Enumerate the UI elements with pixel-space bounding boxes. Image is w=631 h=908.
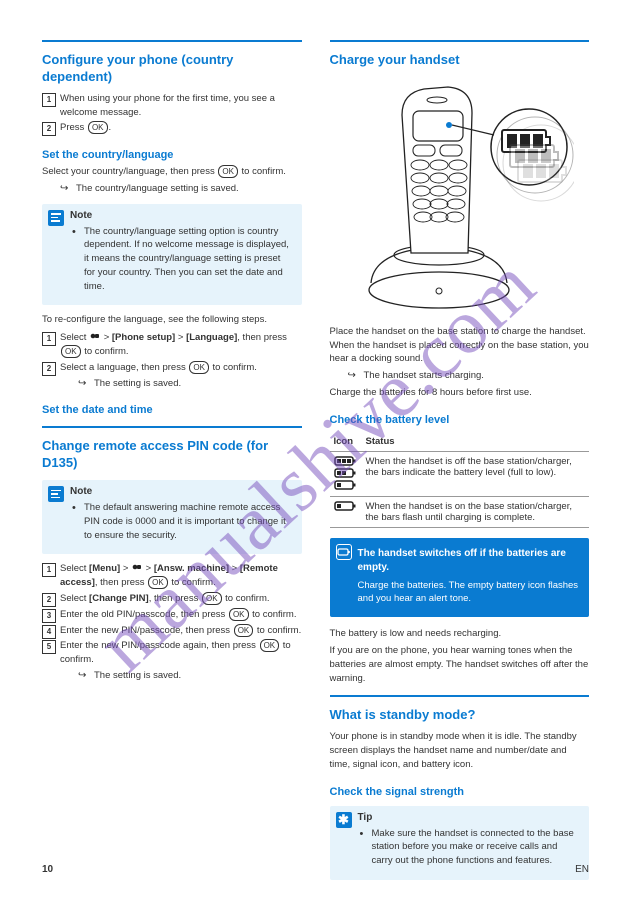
subsection-heading: Set the country/language bbox=[42, 149, 302, 161]
menu-icon bbox=[132, 564, 142, 574]
note-title: Note bbox=[70, 486, 294, 497]
note-item: The default answering machine remote acc… bbox=[70, 501, 294, 542]
step-item: Select [Menu] > > [Answ. machine] > [Rem… bbox=[42, 562, 302, 590]
subsection-heading: Check the battery level bbox=[330, 414, 590, 426]
table-row: When the handset is off the base station… bbox=[330, 451, 590, 496]
menu-icon bbox=[90, 333, 100, 343]
table-header: Status bbox=[362, 432, 590, 452]
note-box: Note The country/language setting option… bbox=[42, 204, 302, 306]
step-item: Enter the new PIN/passcode, then press O… bbox=[42, 624, 302, 638]
right-column: Charge your handset bbox=[330, 30, 590, 888]
result-item: The country/language setting is saved. bbox=[60, 182, 302, 196]
note-list: The default answering machine remote acc… bbox=[70, 501, 294, 542]
note-icon bbox=[48, 210, 64, 226]
key-label: OK bbox=[234, 624, 254, 637]
warning-body: Charge the batteries. The empty battery … bbox=[358, 579, 582, 607]
step-text: . bbox=[109, 122, 112, 133]
menu-path: [Change PIN] bbox=[89, 593, 149, 604]
body-text: Charge the batteries for 8 hours before … bbox=[330, 386, 590, 400]
section-heading: Change remote access PIN code (for D135) bbox=[42, 438, 302, 472]
body-text: If you are on the phone, you hear warnin… bbox=[330, 644, 590, 685]
subsection-heading: Set the date and time bbox=[42, 404, 302, 416]
divider bbox=[330, 695, 590, 697]
note-title: Note bbox=[70, 210, 294, 221]
battery-level-table: Icon Status bbox=[330, 432, 590, 528]
step-text: Press bbox=[60, 122, 84, 133]
note-box: Note The default answering machine remot… bbox=[42, 480, 302, 554]
key-label: OK bbox=[260, 639, 280, 652]
result-list: The handset starts charging. bbox=[348, 369, 590, 383]
warning-box: The handset switches off if the batterie… bbox=[330, 538, 590, 618]
note-list: The country/language setting option is c… bbox=[70, 225, 294, 294]
table-header: Icon bbox=[330, 432, 362, 452]
result-item: The setting is saved. bbox=[78, 669, 302, 683]
battery-empty-icon bbox=[336, 544, 352, 560]
tip-icon: ✱ bbox=[336, 812, 352, 828]
body-text: Select your country/language, then press… bbox=[42, 165, 302, 179]
key-label: OK bbox=[189, 361, 209, 374]
menu-path: [Language] bbox=[186, 332, 237, 343]
section-heading: Configure your phone (country dependent) bbox=[42, 52, 302, 86]
note-icon bbox=[48, 486, 64, 502]
section-heading: Charge your handset bbox=[330, 52, 590, 69]
table-cell: When the handset is on the base station/… bbox=[362, 496, 590, 527]
table-cell: When the handset is off the base station… bbox=[362, 451, 590, 496]
left-column: Configure your phone (country dependent)… bbox=[42, 30, 302, 888]
step-item: Select [Change PIN], then press OK to co… bbox=[42, 592, 302, 606]
note-item: The country/language setting option is c… bbox=[70, 225, 294, 294]
divider bbox=[330, 40, 590, 42]
result-list: The setting is saved. bbox=[78, 669, 302, 683]
tip-item: Make sure the handset is connected to th… bbox=[358, 827, 582, 868]
step-item: Select > [Phone setup] > [Language], the… bbox=[42, 331, 302, 359]
footer-language: EN bbox=[575, 864, 589, 875]
page-footer: 10 EN bbox=[42, 864, 589, 875]
step-item: Enter the new PIN/passcode again, then p… bbox=[42, 639, 302, 682]
result-list: The country/language setting is saved. bbox=[60, 182, 302, 196]
tip-title: Tip bbox=[358, 812, 582, 823]
step-item: When using your phone for the first time… bbox=[42, 92, 302, 120]
warning-body: The handset switches off if the batterie… bbox=[358, 547, 582, 576]
result-item: The handset starts charging. bbox=[348, 369, 590, 383]
menu-path: [Phone setup] bbox=[112, 332, 175, 343]
body-text: Place the handset on the base station to… bbox=[330, 325, 590, 366]
body-text: Your phone is in standby mode when it is… bbox=[330, 730, 590, 771]
battery-full-icon bbox=[330, 451, 362, 496]
phone-on-charger-illustration bbox=[330, 75, 590, 313]
step-item: Select a language, then press OK to conf… bbox=[42, 361, 302, 391]
battery-charging-icon bbox=[330, 496, 362, 527]
step-item: Enter the old PIN/passcode, then press O… bbox=[42, 608, 302, 622]
reconfig-steps: Select > [Phone setup] > [Language], the… bbox=[42, 331, 302, 390]
body-text: To re-configure the language, see the fo… bbox=[42, 313, 302, 327]
pin-steps: Select [Menu] > > [Answ. machine] > [Rem… bbox=[42, 562, 302, 682]
step-item: Press OK. bbox=[42, 121, 302, 135]
key-label: OK bbox=[61, 345, 81, 358]
key-label: OK bbox=[218, 165, 238, 178]
key-label: OK bbox=[148, 576, 168, 589]
table-row: When the handset is on the base station/… bbox=[330, 496, 590, 527]
page-number: 10 bbox=[42, 864, 53, 875]
key-label: OK bbox=[88, 121, 108, 134]
divider bbox=[42, 40, 302, 42]
tip-list: Make sure the handset is connected to th… bbox=[358, 827, 582, 868]
body-text: The battery is low and needs recharging. bbox=[330, 627, 590, 641]
setup-steps: When using your phone for the first time… bbox=[42, 92, 302, 135]
menu-path: [Answ. machine] bbox=[154, 563, 229, 574]
key-label: OK bbox=[229, 608, 249, 621]
result-item: The setting is saved. bbox=[78, 377, 302, 391]
key-label: OK bbox=[202, 592, 222, 605]
result-list: The setting is saved. bbox=[78, 377, 302, 391]
subsection-heading: Check the signal strength bbox=[330, 786, 590, 798]
divider bbox=[42, 426, 302, 428]
page-content: Configure your phone (country dependent)… bbox=[0, 0, 631, 908]
section-heading: What is standby mode? bbox=[330, 707, 590, 724]
menu-path: [Menu] bbox=[89, 563, 120, 574]
